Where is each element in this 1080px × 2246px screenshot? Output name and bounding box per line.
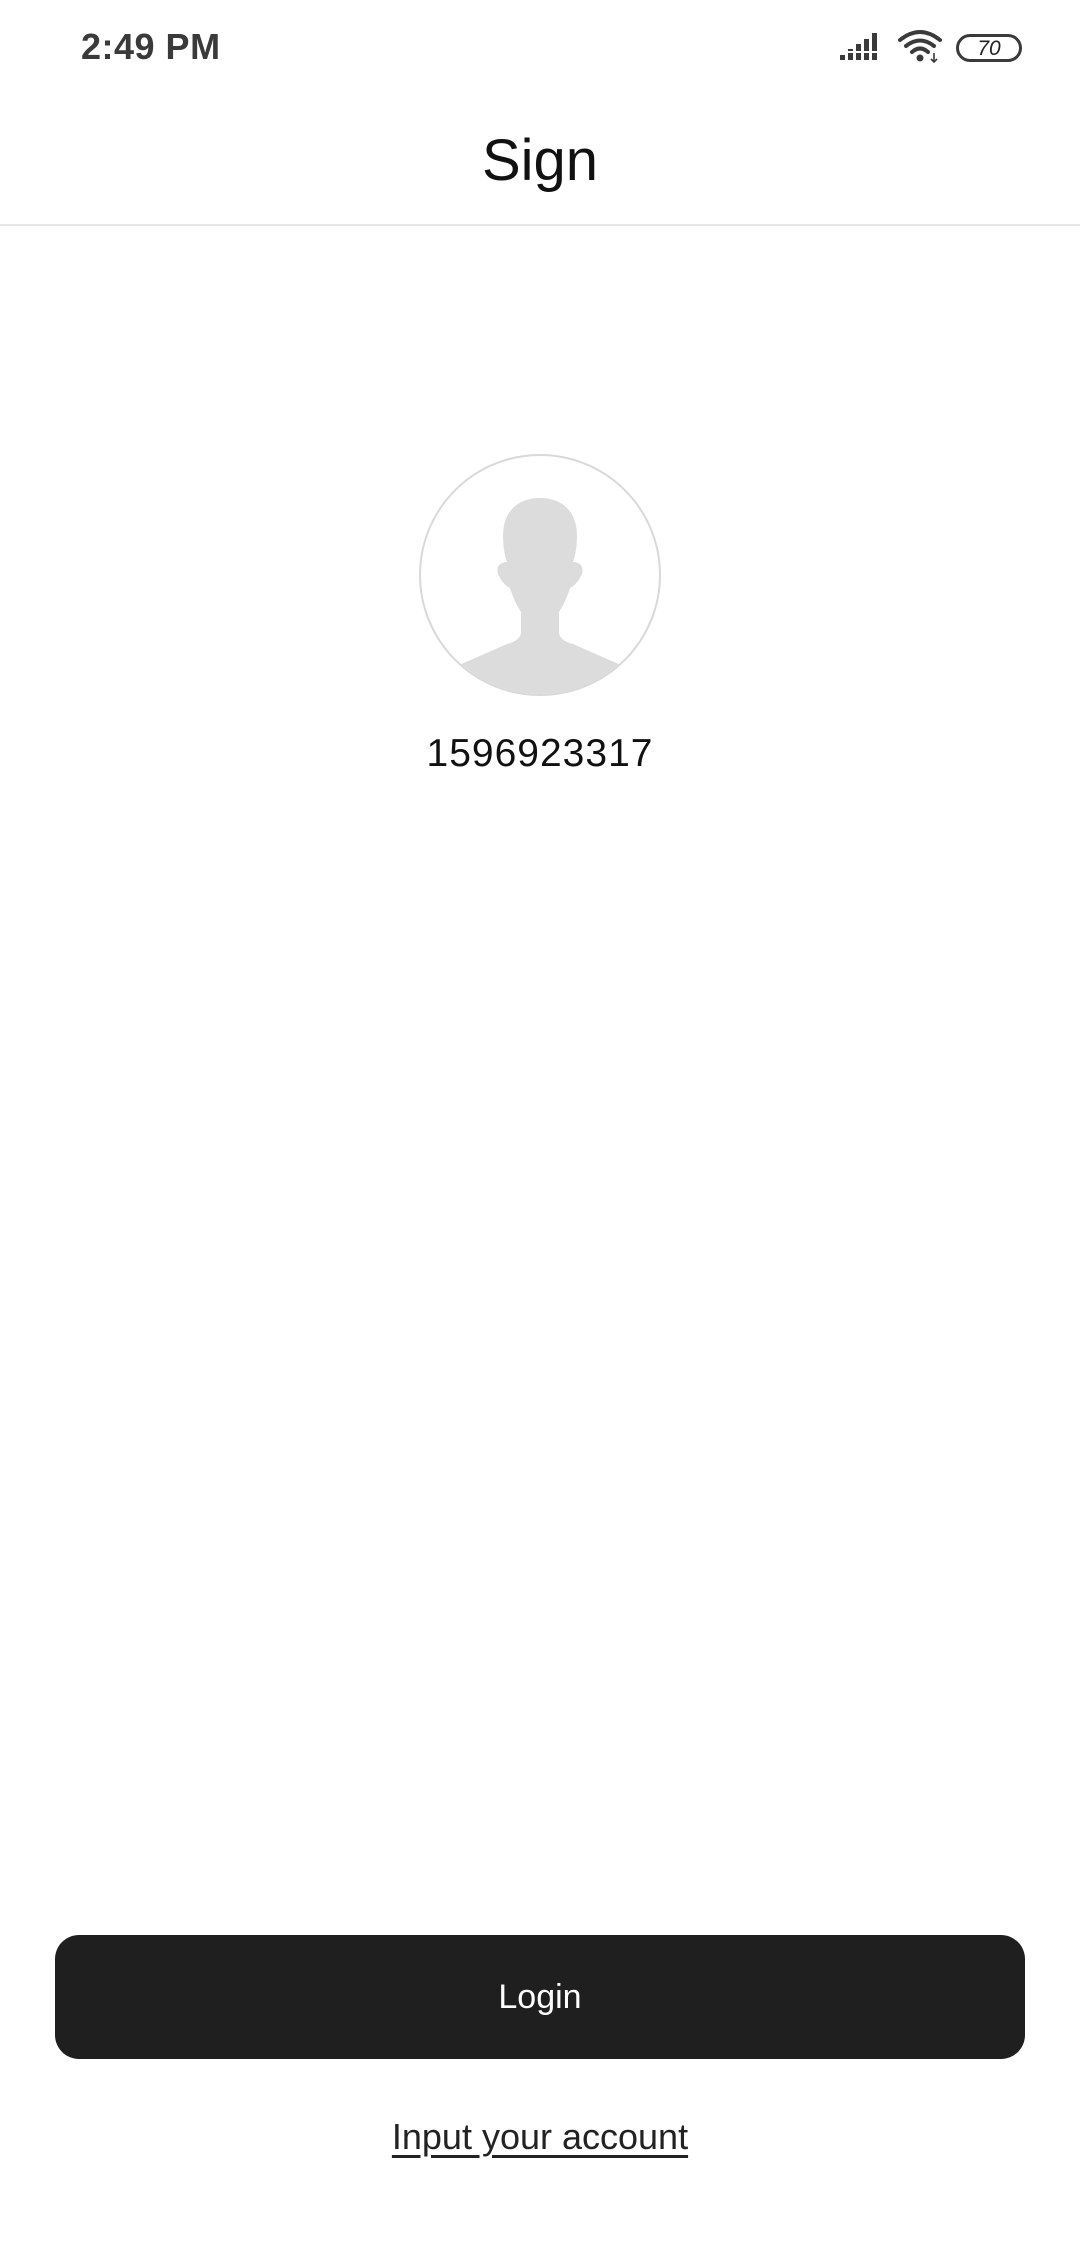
status-bar: 2:49 PM 70 [0,0,1080,96]
wifi-icon [898,29,942,68]
input-account-link-container: Input your account [0,2116,1080,2158]
signal-icon [840,31,884,66]
status-time: 2:49 PM [81,26,221,67]
login-button-label: Login [498,1977,582,2016]
header: Sign [0,96,1080,226]
page-title: Sign [481,127,599,193]
account-id: 1596923317 [426,732,654,775]
login-button[interactable]: Login [55,1935,1025,2059]
status-icons: 70 [840,28,1022,68]
battery-icon: 70 [956,34,1022,62]
default-avatar-icon [457,498,623,694]
battery-level: 70 [977,36,1001,60]
avatar[interactable] [419,454,661,696]
input-account-link[interactable]: Input your account [392,2116,688,2157]
